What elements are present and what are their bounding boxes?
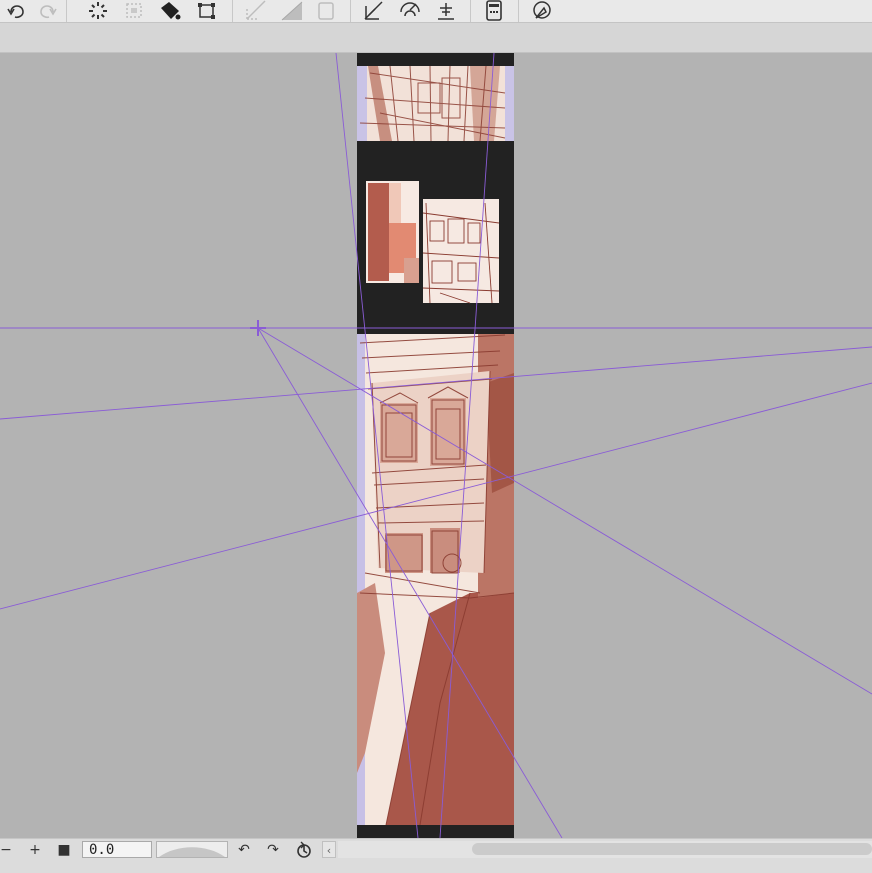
reset-rotation-button[interactable]: [294, 841, 314, 859]
concentric-icon[interactable]: [434, 0, 458, 22]
horizontal-scrollbar[interactable]: [338, 841, 872, 858]
vanishing-point-handle[interactable]: [250, 320, 266, 336]
zoom-in-button[interactable]: +: [25, 841, 45, 859]
reset-rotation-icon: [297, 841, 311, 858]
rotate-left-button[interactable]: ↶: [234, 841, 254, 859]
scroll-left-button[interactable]: ‹: [322, 841, 336, 858]
canvas-view[interactable]: [0, 53, 872, 838]
ruler-icon: [244, 0, 268, 22]
zoom-out-button[interactable]: −: [0, 841, 16, 859]
document-bottom-margin: [357, 825, 514, 838]
status-bar: − + ■ 0.0 ↶ ↷ ‹: [0, 838, 872, 873]
scrollbar-thumb[interactable]: [472, 843, 872, 855]
transform-icon: [122, 0, 146, 22]
thumbnail-line-study: [422, 199, 500, 304]
spinner-icon[interactable]: [86, 0, 110, 22]
canvas-area[interactable]: [0, 53, 872, 838]
main-toolbar: [0, 0, 872, 23]
toolbar-separator: [518, 0, 519, 22]
zoom-value-field[interactable]: 0.0: [82, 841, 152, 858]
toolbar-separator: [66, 0, 67, 22]
frame-icon: [314, 0, 338, 22]
rotate-right-button[interactable]: ↷: [263, 841, 283, 859]
perspective-icon[interactable]: [362, 0, 386, 22]
zoom-slider[interactable]: [156, 841, 228, 858]
guide-line: [257, 327, 872, 695]
toolbar-separator: [350, 0, 351, 22]
crop-icon[interactable]: [194, 0, 218, 22]
undo-icon[interactable]: [4, 0, 28, 22]
tablet-icon[interactable]: [482, 0, 506, 22]
stop-button[interactable]: ■: [54, 841, 74, 859]
main-sketch-panel: [357, 334, 514, 825]
redo-icon: [36, 0, 60, 22]
slider-curve-icon: [159, 847, 225, 857]
fill-icon[interactable]: [158, 0, 182, 22]
tab-bar: [0, 23, 872, 53]
thumbnail-color-study: [366, 181, 419, 283]
timelapse-icon[interactable]: [530, 0, 554, 22]
gradient-icon: [280, 0, 304, 22]
toolbar-separator: [470, 0, 471, 22]
symmetry-icon[interactable]: [398, 0, 422, 22]
toolbar-separator: [232, 0, 233, 22]
